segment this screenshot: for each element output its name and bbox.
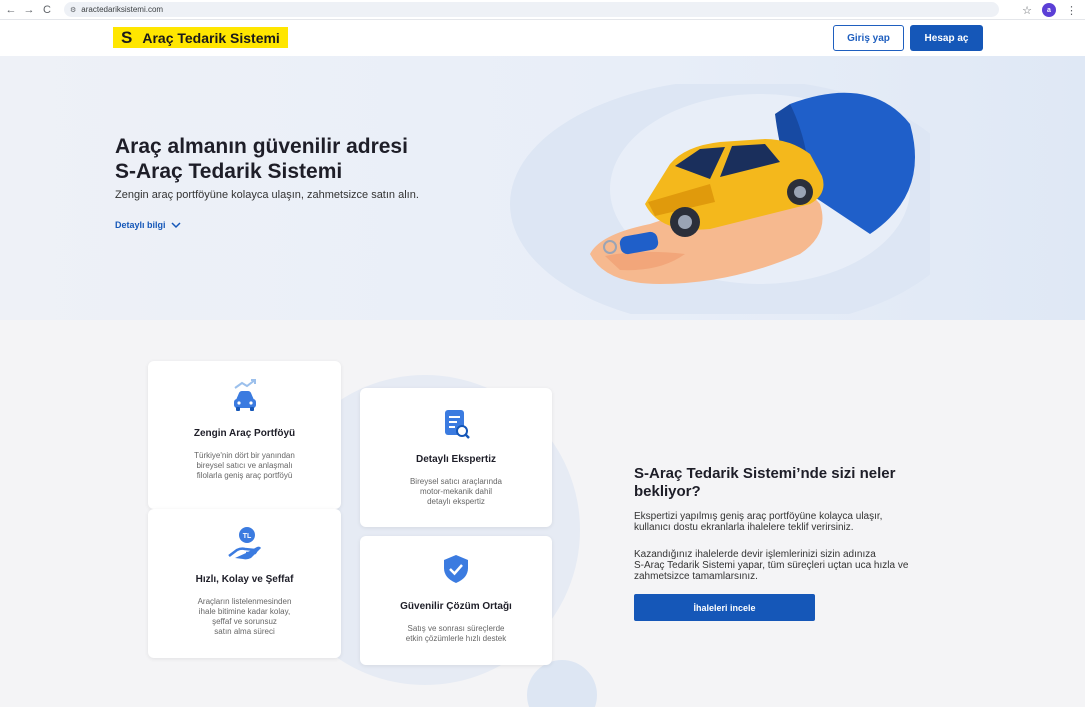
feature-card-partner: Güvenilir Çözüm Ortağı Satış ve sonrası … (360, 536, 552, 665)
register-button[interactable]: Hesap aç (910, 25, 983, 51)
info-title-line1: S-Araç Tedarik Sistemi’nde sizi neler (634, 465, 896, 482)
decorative-circle-small (527, 660, 597, 707)
logo-name: Araç Tedarik Sistemi (142, 29, 280, 46)
site-info-icon[interactable]: ⚙ (70, 6, 76, 14)
feature-card-portfolio: Zengin Araç Portföyü Türkiye'nin dört bi… (148, 361, 341, 509)
info-line: Ekspertizi yapılmış geniş araç portföyün… (634, 511, 883, 522)
info-line: Kazandığınız ihalelerde devir işlemlerin… (634, 549, 876, 560)
browser-menu-icon[interactable]: ⋮ (1066, 4, 1077, 17)
hero-subtitle: Zengin araç portföyüne kolayca ulaşın, z… (115, 189, 419, 201)
info-line: kullanıcı dostu ekranlarla ihalelere tek… (634, 522, 854, 533)
more-info-label: Detaylı bilgi (115, 220, 166, 230)
info-paragraph-2: Kazandığınız ihalelerde devir işlemlerin… (634, 549, 994, 582)
feature-line: satın alma süreci (214, 627, 275, 636)
features-section: Zengin Araç Portföyü Türkiye'nin dört bi… (0, 320, 1085, 707)
report-search-icon (445, 410, 470, 439)
chevron-down-icon (170, 221, 181, 228)
feature-title: Hızlı, Kolay ve Şeffaf (195, 574, 294, 585)
feature-line: Araçların listelenmesinden (197, 597, 292, 606)
feature-line: filolarla geniş araç portföyü (196, 471, 293, 480)
feature-title: Detaylı Ekspertiz (415, 454, 497, 465)
info-title: S-Araç Tedarik Sistemi’nde sizi neler be… (634, 465, 994, 501)
more-info-link[interactable]: Detaylı bilgi (115, 220, 181, 230)
url-text: aractedariksistemi.com (81, 5, 164, 14)
feature-title: Güvenilir Çözüm Ortağı (400, 601, 512, 612)
feature-line: şeffaf ve sorunsuz (212, 617, 277, 626)
address-bar[interactable]: ⚙ aractedariksistemi.com (64, 2, 999, 17)
feature-line: Bireysel satıcı araçlarında (409, 477, 503, 486)
hand-coin-icon: TL (227, 527, 261, 560)
logo-mark: S (121, 27, 133, 47)
feature-line: bireysel satıcı ve anlaşmalı (196, 461, 293, 470)
login-button[interactable]: Giriş yap (833, 25, 904, 51)
browser-toolbar: ← → C ⚙ aractedariksistemi.com ☆ a ⋮ (0, 0, 1085, 20)
site-logo[interactable]: S Araç Tedarik Sistemi (113, 27, 288, 48)
forward-icon[interactable]: → (22, 3, 36, 17)
info-line: zahmetsizce tamamlarsınız. (634, 571, 758, 582)
bookmark-star-icon[interactable]: ☆ (1022, 4, 1032, 17)
feature-line: Satış ve sonrası süreçlerde (407, 624, 505, 633)
site-header: S Araç Tedarik Sistemi Giriş yap Hesap a… (0, 20, 1085, 56)
browse-auctions-button[interactable]: İhaleleri incele (634, 594, 815, 621)
hero-title-line1: Araç almanın güvenilir adresi (115, 135, 408, 158)
feature-card-expertise: Detaylı Ekspertiz Bireysel satıcı araçla… (360, 388, 552, 527)
reload-icon[interactable]: C (40, 3, 54, 17)
car-growth-icon (233, 379, 256, 411)
feature-title: Zengin Araç Portföyü (193, 428, 296, 439)
profile-avatar[interactable]: a (1042, 3, 1056, 17)
info-title-line2: bekliyor? (634, 483, 701, 500)
feature-card-fast-easy: TL Hızlı, Kolay ve Şeffaf Araçların list… (148, 509, 341, 658)
feature-line: motor-mekanik dahil (419, 487, 493, 496)
info-line: S-Araç Tedarik Sistemi yapar, tüm süreçl… (634, 560, 909, 571)
hero-section: Araç almanın güvenilir adresi S-Araç Ted… (0, 56, 1085, 320)
hand-holding-car-illustration (510, 84, 930, 314)
hero-title-line2: S-Araç Tedarik Sistemi (115, 160, 343, 183)
feature-line: ihale bitimine kadar kolay, (198, 607, 291, 616)
hero-title: Araç almanın güvenilir adresi S-Araç Ted… (115, 134, 408, 184)
currency-badge: TL (242, 533, 251, 540)
feature-line: detaylı ekspertiz (427, 497, 485, 506)
shield-check-icon (444, 555, 468, 583)
back-icon[interactable]: ← (4, 3, 18, 17)
feature-line: etkin çözümlerle hızlı destek (405, 634, 507, 643)
feature-line: Türkiye'nin dört bir yanından (194, 451, 295, 460)
info-paragraph-1: Ekspertizi yapılmış geniş araç portföyün… (634, 511, 994, 533)
